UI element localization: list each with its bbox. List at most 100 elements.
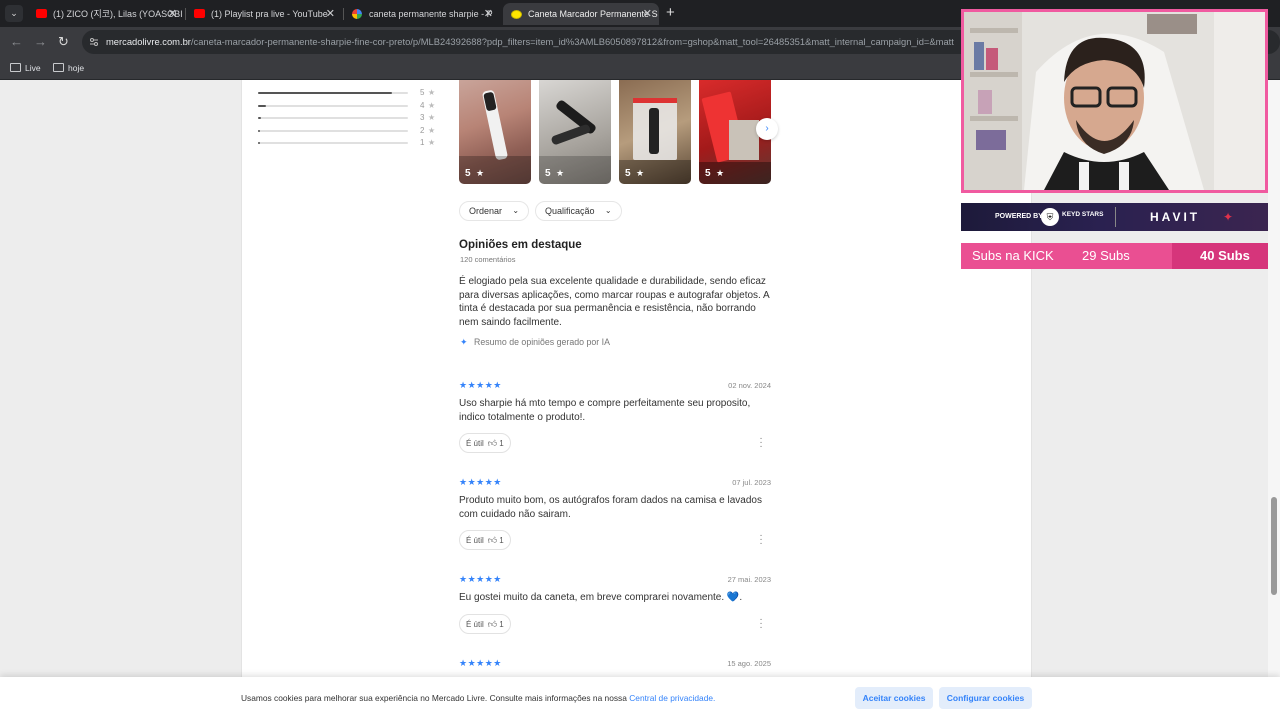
useful-label: É útil — [466, 536, 484, 545]
review-text: Produto muito bom, os autógrafos foram d… — [459, 495, 762, 520]
rating-fill — [258, 105, 266, 107]
review-photo[interactable]: 5 ★ — [539, 80, 611, 184]
review-item: ★★★★★ 02 nov. 2024 Uso sharpie há mto te… — [459, 380, 771, 460]
photo-score: 5 — [465, 168, 471, 179]
havit-mark-icon: ✦ — [1223, 210, 1234, 224]
configure-cookies-button[interactable]: Configurar cookies — [939, 687, 1032, 709]
keyd-stars-logo-icon: ⛨ — [1041, 208, 1059, 226]
folder-icon — [53, 63, 64, 72]
close-icon[interactable]: ✕ — [643, 3, 652, 25]
close-icon[interactable]: ✕ — [326, 3, 335, 25]
review-date: 02 nov. 2024 — [728, 381, 771, 390]
subs-count: 29 Subs — [1082, 248, 1130, 263]
ai-summary: É elogiado pela sua excelente qualidade … — [459, 276, 770, 328]
star-icon: ★ — [428, 138, 436, 147]
forward-arrow-icon[interactable]: → — [34, 34, 47, 49]
sponsor-banner: POWERED BY ⛨ KEYD STARS HAVIT ✦ — [961, 203, 1268, 231]
tab-title: (1) ZICO (지코), Lilas (YOASOBI — [53, 9, 183, 19]
review-date: 15 ago. 2025 — [727, 659, 771, 668]
review-item: ★★★★★ 07 jul. 2023 Produto muito bom, os… — [459, 477, 771, 557]
tab-mercadolivre[interactable]: Caneta Marcador Permanente S ✕ — [503, 3, 659, 25]
rating-fill — [258, 142, 260, 144]
star-icon: ★ — [716, 168, 725, 178]
rating-row-1: 1 ★ — [258, 138, 438, 148]
powered-by-label: POWERED BY — [995, 213, 1043, 220]
review-date: 27 mai. 2023 — [727, 575, 771, 584]
close-icon[interactable]: ✕ — [168, 3, 177, 25]
tab-google-search[interactable]: caneta permanente sharpie - P ✕ — [344, 3, 500, 25]
reload-icon[interactable]: ↻ — [58, 34, 69, 50]
cookie-text: Usamos cookies para melhorar sua experiê… — [241, 693, 630, 703]
review-text: Eu gostei muito da caneta, em breve comp… — [459, 592, 743, 603]
useful-count: 1 — [499, 439, 504, 448]
rating-filter-label: Qualificação — [545, 206, 595, 216]
chevron-down-icon: ⌄ — [512, 206, 520, 215]
tab-playlist[interactable]: (1) Playlist pra live - YouTube ✕ — [186, 3, 342, 25]
star-icon: ★ — [428, 88, 436, 97]
useful-button[interactable]: É útil 👍︎ 1 — [459, 614, 511, 634]
back-arrow-icon[interactable]: ← — [10, 34, 23, 49]
tab-zico[interactable]: (1) ZICO (지코), Lilas (YOASOBI ✕ — [28, 3, 184, 25]
youtube-icon — [36, 9, 47, 18]
google-icon — [352, 9, 362, 19]
review-photo[interactable]: 5 ★ — [459, 80, 531, 184]
useful-button[interactable]: É útil 👍︎ 1 — [459, 530, 511, 550]
comment-count: 120 comentários — [460, 255, 516, 264]
bookmark-hoje[interactable]: hoje — [53, 62, 84, 74]
photo-score: 5 — [705, 168, 711, 179]
section-title: Opiniões em destaque — [459, 239, 582, 251]
rating-filter-dropdown[interactable]: Qualificação ⌄ — [535, 201, 622, 221]
review-photo[interactable]: 5 ★ — [619, 80, 691, 184]
folder-icon — [10, 63, 21, 72]
url-text: mercadolivre.com.br/caneta-marcador-perm… — [106, 30, 954, 54]
rating-row-3: 3 ★ — [258, 113, 438, 123]
sparkle-icon: ✦ — [460, 337, 468, 347]
star-icon: ★ — [556, 168, 565, 178]
webcam-person-image — [964, 12, 1265, 190]
rating-track — [258, 92, 408, 94]
close-icon[interactable]: ✕ — [484, 3, 493, 25]
cookie-message: Usamos cookies para melhorar sua experiê… — [241, 693, 715, 703]
chevron-right-icon[interactable]: › — [756, 118, 778, 140]
url-domain: mercadolivre.com.br — [106, 36, 191, 47]
useful-label: É útil — [466, 439, 484, 448]
chevron-down-icon: ⌄ — [604, 206, 612, 215]
sort-dropdown[interactable]: Ordenar ⌄ — [459, 201, 530, 221]
rating-label: 5 — [420, 88, 425, 97]
rating-track — [258, 105, 408, 107]
youtube-icon — [194, 9, 205, 18]
useful-count: 1 — [499, 536, 504, 545]
tab-title: caneta permanente sharpie - P — [369, 9, 493, 19]
privacy-link[interactable]: Central de privacidade. — [629, 693, 715, 703]
accept-cookies-button[interactable]: Aceitar cookies — [855, 687, 933, 709]
star-icon: ★ — [428, 113, 436, 122]
bookmark-label: Live — [25, 63, 41, 73]
sponsor-divider — [1115, 207, 1116, 227]
subs-label: Subs na KICK — [972, 248, 1054, 263]
scrollbar-thumb[interactable] — [1271, 497, 1277, 595]
review-date: 07 jul. 2023 — [732, 478, 771, 487]
review-text: Uso sharpie há mto tempo e compre perfei… — [459, 398, 751, 423]
useful-button[interactable]: É útil 👍︎ 1 — [459, 433, 511, 453]
site-settings-icon[interactable] — [89, 37, 99, 47]
reviews-card: 5 ★ 4 ★ 3 ★ 2 ★ 1 ★ 5 ★ 5 ★ 5 ★ 5 ★ › Or… — [241, 80, 1032, 720]
star-icon: ★ — [428, 101, 436, 110]
rating-track — [258, 142, 408, 144]
more-options-icon[interactable]: · · · — [759, 615, 763, 633]
url-path: /caneta-marcador-permanente-sharpie-fine… — [190, 36, 954, 47]
keyd-stars-label: KEYD STARS — [1062, 211, 1104, 218]
bookmark-live[interactable]: Live — [10, 62, 41, 74]
rating-row-2: 2 ★ — [258, 126, 438, 136]
rating-fill — [258, 117, 261, 119]
sort-label: Ordenar — [469, 206, 503, 216]
more-options-icon[interactable]: · · · — [759, 434, 763, 452]
rating-label: 4 — [420, 101, 425, 110]
ai-note: ✦ Resumo de opiniões gerado por IA — [459, 337, 610, 347]
subs-goal: 40 Subs — [1200, 248, 1250, 263]
tab-search-button[interactable]: ⌄ — [5, 5, 23, 22]
rating-label: 2 — [420, 126, 425, 135]
more-options-icon[interactable]: · · · — [759, 531, 763, 549]
ai-note-label: Resumo de opiniões gerado por IA — [474, 337, 610, 347]
page-scrollbar[interactable] — [1268, 80, 1280, 720]
new-tab-button[interactable]: + — [666, 4, 675, 21]
